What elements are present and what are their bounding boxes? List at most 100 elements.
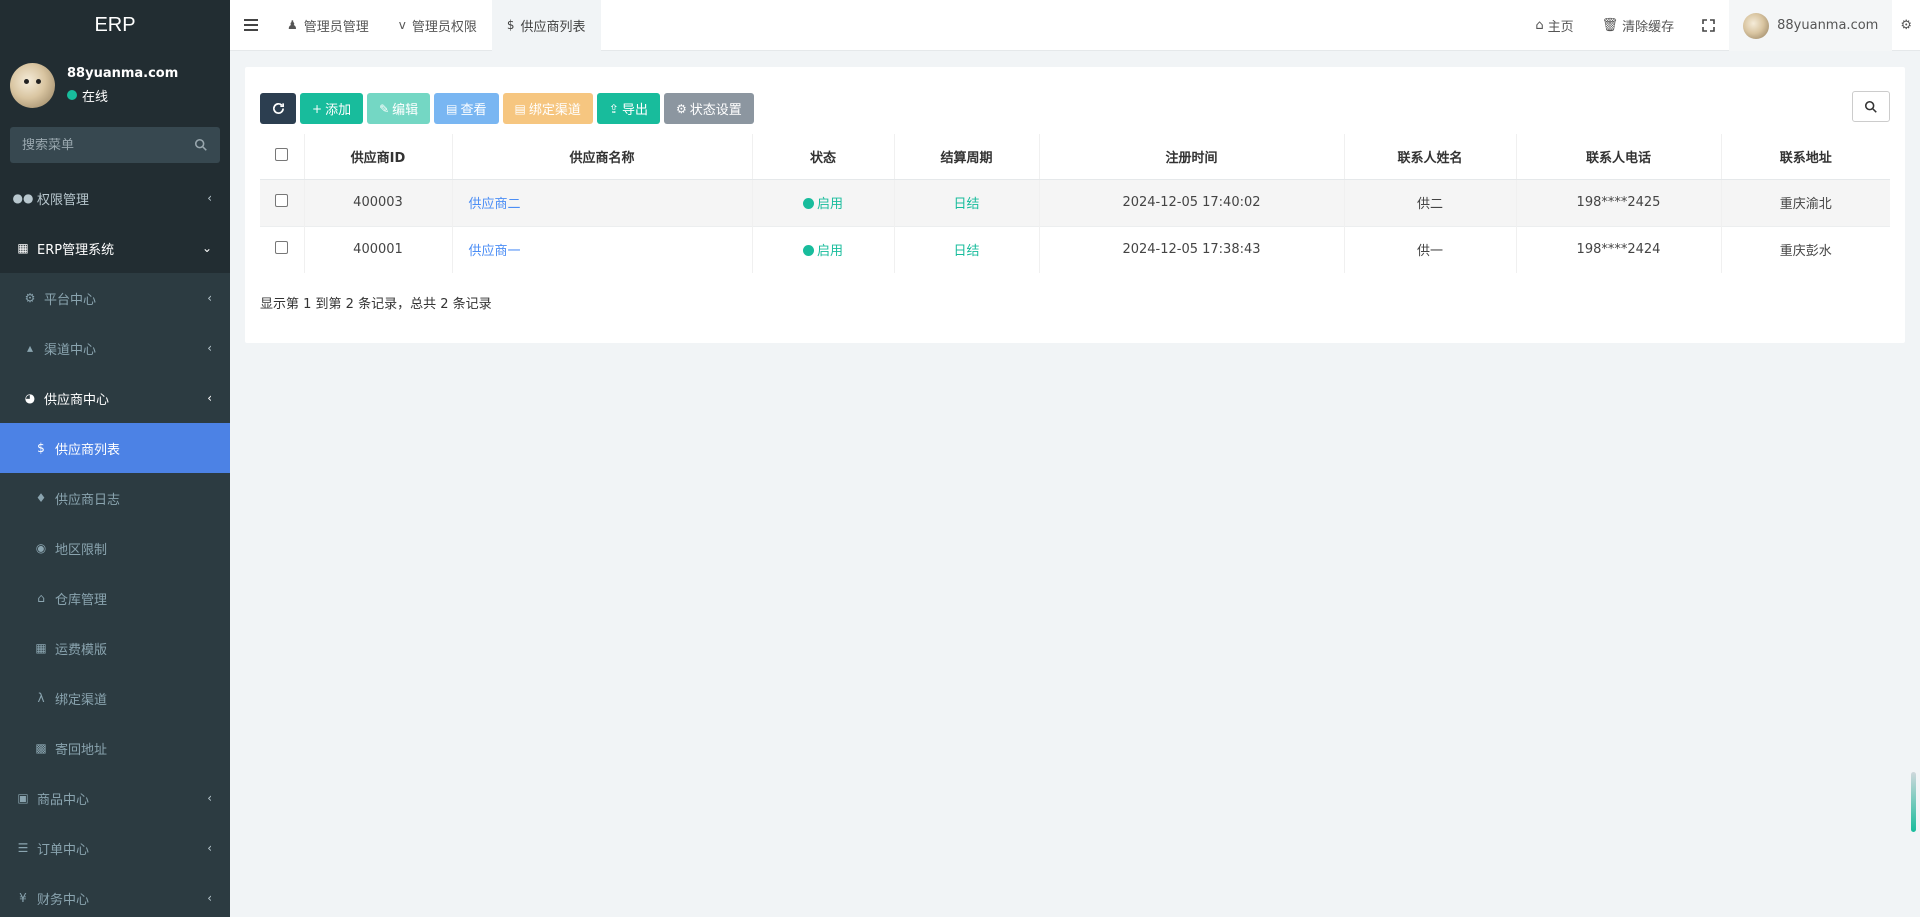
tab-label: 管理员权限 bbox=[411, 19, 477, 35]
row-checkbox[interactable] bbox=[275, 241, 289, 255]
sidebar-item-label: 地区限制 bbox=[55, 542, 108, 558]
column-header[interactable]: 联系人姓名 bbox=[1344, 134, 1517, 180]
column-header[interactable]: 结算周期 bbox=[894, 134, 1040, 180]
search-icon bbox=[1864, 100, 1877, 113]
dashboard-icon: ◕ bbox=[24, 391, 36, 405]
column-header[interactable]: 状态 bbox=[752, 134, 895, 180]
scrollbar-thumb[interactable] bbox=[1911, 772, 1916, 832]
tab-supplier-list[interactable]: $ 供应商列表 bbox=[491, 0, 601, 51]
table-search-button[interactable] bbox=[1852, 91, 1890, 122]
sidebar-item-label: 订单中心 bbox=[37, 842, 90, 858]
column-header[interactable]: 注册时间 bbox=[1039, 134, 1345, 180]
toolbar: + 添加 ✎ 编辑 ▤ 查看 ▤ 绑定渠道 ⇪ 导出 ⚙ 状态设置 bbox=[260, 93, 754, 124]
cell-id: 400001 bbox=[304, 225, 453, 273]
trash-icon: 🗑 bbox=[1601, 18, 1619, 33]
supplier-submenu: $ 供应商列表 ♦ 供应商日志 ◉ 地区限制 ⌂ 仓库管理 ▦ 运费模版 λ 绑… bbox=[0, 423, 230, 773]
clear-cache-label: 清除缓存 bbox=[1622, 20, 1675, 35]
chevron-left-icon: ‹ bbox=[207, 791, 212, 805]
list-icon: ☰ bbox=[17, 841, 29, 855]
sitemap-icon: ▴ bbox=[26, 341, 34, 355]
sidebar-item-erp[interactable]: ▦ ERP管理系统 ⌄ bbox=[0, 223, 230, 273]
search-icon[interactable] bbox=[194, 138, 208, 152]
sidebar-item-supplier-list[interactable]: $ 供应商列表 bbox=[0, 423, 230, 473]
bind-channel-button[interactable]: ▤ 绑定渠道 bbox=[502, 93, 593, 124]
column-header[interactable]: 供应商名称 bbox=[452, 134, 753, 180]
sidebar-item-region-limit[interactable]: ◉ 地区限制 bbox=[0, 523, 230, 573]
menu-search bbox=[10, 127, 220, 163]
tab-admin-manage[interactable]: ♟ 管理员管理 bbox=[272, 0, 384, 51]
pagination-info: 显示第 1 到第 2 条记录，总共 2 条记录 bbox=[260, 297, 492, 312]
app-logo[interactable]: ERP bbox=[0, 0, 230, 50]
pencil-icon: ✎ bbox=[379, 101, 390, 116]
sidebar-item-bind-channel[interactable]: λ 绑定渠道 bbox=[0, 673, 230, 723]
table-row[interactable]: 400001 供应商一 启用 日结 2024-12-05 17:38:43 供一… bbox=[260, 225, 1890, 273]
cell-cycle: 日结 bbox=[894, 225, 1040, 273]
chevron-down-icon: ⌄ bbox=[201, 241, 212, 255]
sidebar-item-finance[interactable]: ¥ 财务中心 ‹ bbox=[0, 873, 230, 917]
top-navbar: ♟ 管理员管理 v 管理员权限 $ 供应商列表 ⌂ 主页 🗑 清除缓存 88yu… bbox=[230, 0, 1920, 51]
sidebar-item-label: ERP管理系统 bbox=[37, 242, 115, 258]
export-button[interactable]: ⇪ 导出 bbox=[596, 93, 660, 124]
sidebar-item-permission[interactable]: ●● 权限管理 ‹ bbox=[0, 173, 230, 223]
edit-button[interactable]: ✎ 编辑 bbox=[367, 93, 431, 124]
refresh-button[interactable] bbox=[260, 93, 296, 124]
table-row[interactable]: 400003 供应商二 启用 日结 2024-12-05 17:40:02 供二… bbox=[260, 178, 1890, 226]
content-panel: + 添加 ✎ 编辑 ▤ 查看 ▤ 绑定渠道 ⇪ 导出 ⚙ 状态设置 供应商ID 供应商名称 … bbox=[245, 67, 1905, 343]
sidebar-item-shipping-template[interactable]: ▦ 运费模版 bbox=[0, 623, 230, 673]
globe-icon: ◉ bbox=[35, 541, 47, 555]
settings-icon[interactable]: ⚙ bbox=[1892, 0, 1920, 51]
user-icon: ♟ bbox=[287, 18, 298, 32]
menu-search-input[interactable] bbox=[22, 137, 172, 153]
sidebar-item-warehouse[interactable]: ⌂ 仓库管理 bbox=[0, 573, 230, 623]
sidebar-item-label: 财务中心 bbox=[37, 892, 90, 908]
status-label: 启用 bbox=[816, 197, 843, 212]
erp-submenu: ⚙ 平台中心 ‹ ▴ 渠道中心 ‹ ◕ 供应商中心 ‹ $ 供应商列表 ♦ 供应… bbox=[0, 273, 230, 917]
fullscreen-icon[interactable] bbox=[1688, 0, 1729, 51]
cell-time: 2024-12-05 17:38:43 bbox=[1039, 225, 1345, 273]
user-menu[interactable]: 88yuanma.com bbox=[1729, 0, 1893, 51]
sidebar-item-channel[interactable]: ▴ 渠道中心 ‹ bbox=[0, 323, 230, 373]
supplier-table: 供应商ID 供应商名称 状态 结算周期 注册时间 联系人姓名 联系人电话 联系地… bbox=[260, 134, 1890, 273]
yen-icon: ¥ bbox=[19, 891, 27, 905]
tab-label: 管理员管理 bbox=[303, 19, 369, 35]
sidebar-item-platform[interactable]: ⚙ 平台中心 ‹ bbox=[0, 273, 230, 323]
sidebar-item-orders[interactable]: ☰ 订单中心 ‹ bbox=[0, 823, 230, 873]
status-setting-button[interactable]: ⚙ 状态设置 bbox=[663, 93, 754, 124]
cell-id: 400003 bbox=[304, 178, 453, 226]
view-button[interactable]: ▤ 查看 bbox=[434, 93, 499, 124]
column-header[interactable]: 供应商ID bbox=[304, 134, 453, 180]
sidebar-item-supplier-log[interactable]: ♦ 供应商日志 bbox=[0, 473, 230, 523]
column-header[interactable]: 联系人电话 bbox=[1516, 134, 1722, 180]
sidebar-item-label: 寄回地址 bbox=[55, 742, 108, 758]
menu-toggle-icon[interactable] bbox=[230, 0, 272, 51]
status-setting-label: 状态设置 bbox=[689, 103, 742, 118]
sidebar-item-goods[interactable]: ▣ 商品中心 ‹ bbox=[0, 773, 230, 823]
sidebar-item-supplier-center[interactable]: ◕ 供应商中心 ‹ bbox=[0, 373, 230, 423]
cell-time: 2024-12-05 17:40:02 bbox=[1039, 178, 1345, 226]
table-header: 供应商ID 供应商名称 状态 结算周期 注册时间 联系人姓名 联系人电话 联系地… bbox=[260, 134, 1890, 180]
cell-contact: 供二 bbox=[1344, 178, 1517, 226]
cell-supplier-name[interactable]: 供应商一 bbox=[452, 225, 753, 273]
row-checkbox[interactable] bbox=[275, 194, 289, 207]
sidebar-item-return-address[interactable]: ▩ 寄回地址 bbox=[0, 723, 230, 773]
users-icon: ●● bbox=[12, 191, 34, 205]
sidebar-item-label: 平台中心 bbox=[44, 292, 97, 308]
sidebar-item-label: 仓库管理 bbox=[55, 592, 108, 608]
plus-icon: + bbox=[312, 101, 323, 116]
cell-supplier-name[interactable]: 供应商二 bbox=[452, 178, 753, 226]
add-button[interactable]: + 添加 bbox=[300, 93, 364, 124]
tab-admin-permission[interactable]: v 管理员权限 bbox=[384, 0, 492, 51]
export-label: 导出 bbox=[621, 103, 648, 118]
sidebar-item-label: 绑定渠道 bbox=[55, 692, 108, 708]
column-header[interactable]: 联系地址 bbox=[1721, 134, 1890, 180]
clear-cache-button[interactable]: 🗑 清除缓存 bbox=[1588, 0, 1689, 51]
select-all-checkbox[interactable] bbox=[275, 147, 289, 161]
cell-status: 启用 bbox=[752, 225, 895, 273]
sidebar: ERP 88yuanma.com 在线 ●● 权限管理 ‹ ▦ ERP管理系统 … bbox=[0, 0, 230, 917]
address-card-icon: ▩ bbox=[35, 741, 47, 755]
home-link[interactable]: ⌂ 主页 bbox=[1521, 0, 1587, 51]
sidebar-item-label: 商品中心 bbox=[37, 792, 90, 808]
chevron-left-icon: ‹ bbox=[207, 191, 212, 205]
dollar-icon: $ bbox=[37, 441, 45, 455]
status-dot-icon bbox=[802, 198, 814, 209]
